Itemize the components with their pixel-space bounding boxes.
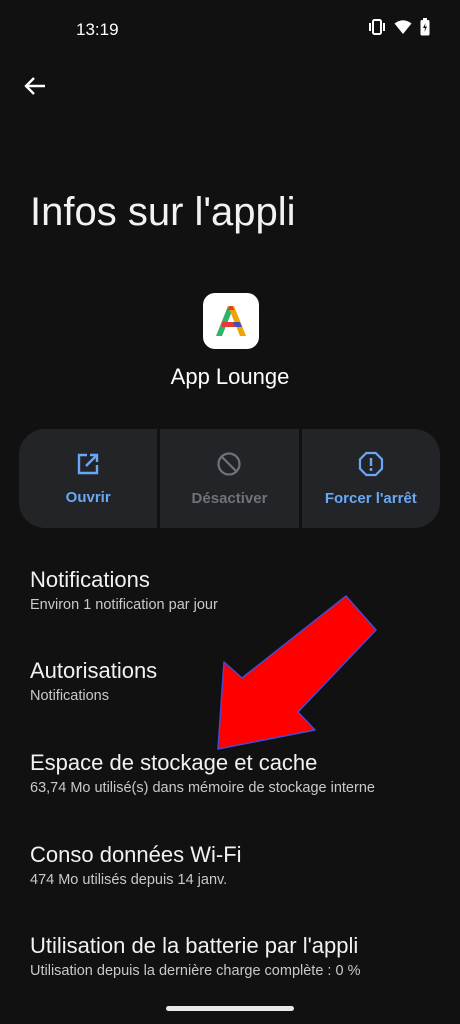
setting-wifi-data[interactable]: Conso données Wi-Fi 474 Mo utilisés depu… (30, 842, 450, 888)
open-external-icon (76, 452, 100, 481)
battery-icon (420, 18, 430, 36)
status-time: 13:19 (76, 20, 119, 39)
force-stop-button-label: Forcer l'arrêt (324, 489, 417, 507)
open-button[interactable]: Ouvrir (19, 429, 158, 528)
setting-subtitle: 63,74 Mo utilisé(s) dans mémoire de stoc… (30, 780, 375, 797)
gesture-nav-handle[interactable] (166, 1006, 294, 1011)
status-icons (368, 18, 430, 36)
status-bar: 13:19 (0, 0, 460, 56)
disable-button[interactable]: Désactiver (160, 429, 299, 528)
wifi-icon (394, 19, 412, 35)
setting-battery-usage[interactable]: Utilisation de la batterie par l'appli U… (30, 933, 450, 979)
setting-subtitle: 474 Mo utilisés depuis 14 janv. (30, 872, 228, 889)
action-bar: Ouvrir Désactiver Forcer l'arrêt (19, 429, 440, 528)
arrow-left-icon (24, 76, 46, 101)
force-stop-button[interactable]: Forcer l'arrêt (301, 429, 440, 528)
disable-button-label: Désactiver (191, 489, 268, 507)
force-stop-icon (358, 451, 384, 482)
vibrate-icon (368, 19, 386, 35)
app-name: App Lounge (170, 364, 290, 389)
red-arrow-annotation (210, 592, 382, 757)
disable-icon (216, 451, 242, 482)
setting-title: Conso données Wi-Fi (30, 842, 242, 867)
page-title: Infos sur l'appli (30, 190, 296, 234)
app-lounge-logo (203, 293, 259, 349)
setting-title: Utilisation de la batterie par l'appli (30, 933, 359, 958)
setting-subtitle: Utilisation depuis la dernière charge co… (30, 963, 361, 980)
setting-title: Notifications (30, 567, 150, 592)
open-button-label: Ouvrir (65, 488, 111, 506)
back-button[interactable] (20, 73, 50, 103)
